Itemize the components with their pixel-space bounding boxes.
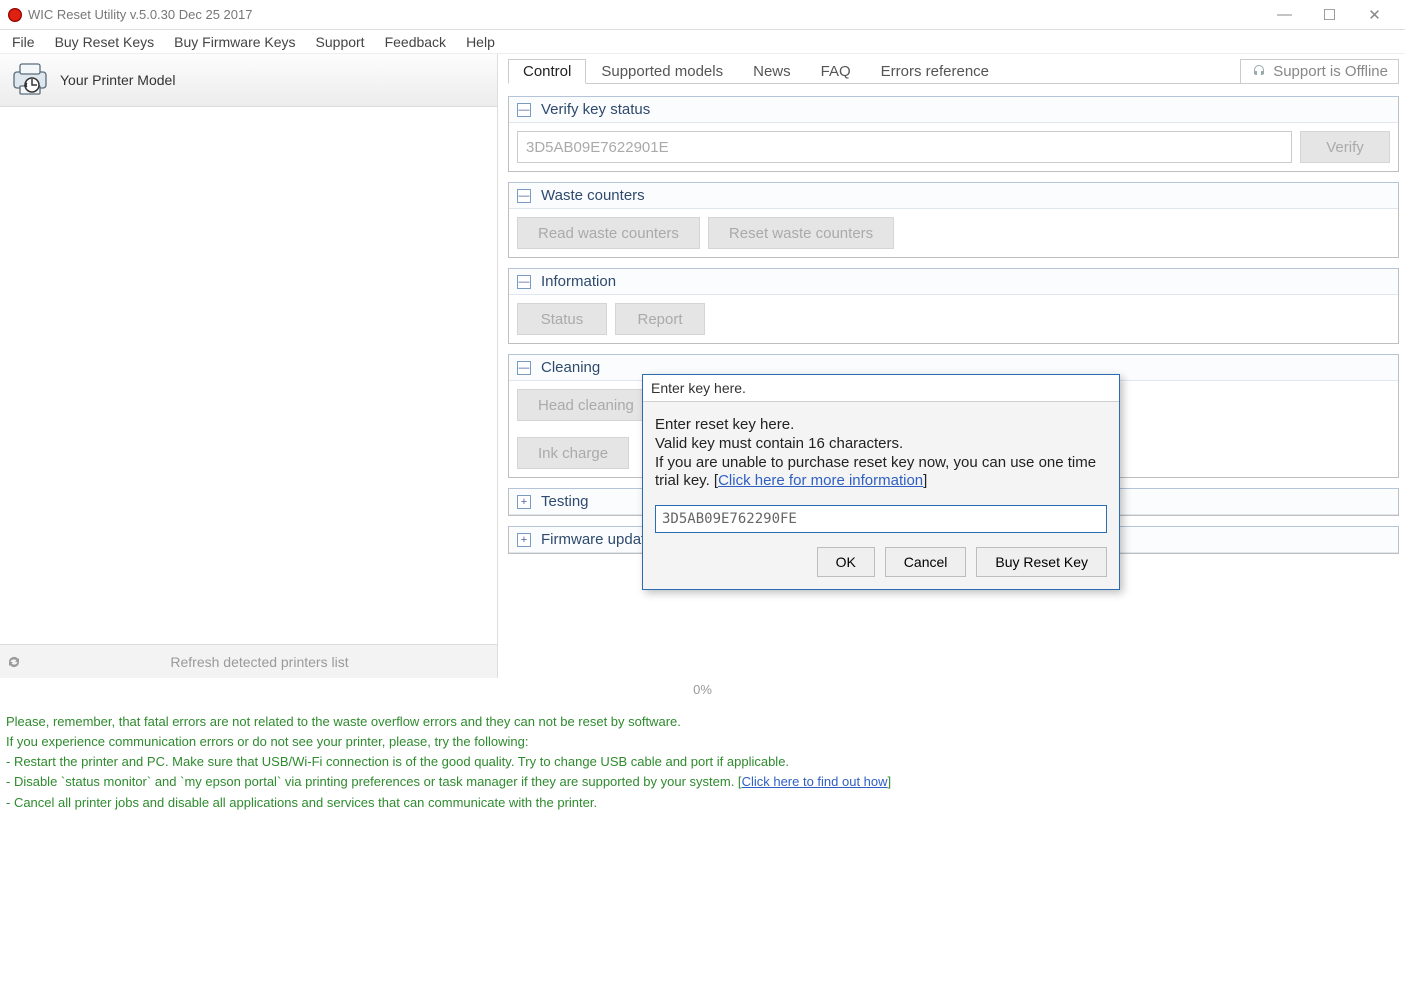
tab-news[interactable]: News <box>738 59 806 83</box>
head-cleaning-button[interactable]: Head cleaning <box>517 389 655 421</box>
refresh-bar[interactable]: Refresh detected printers list <box>0 644 497 678</box>
refresh-icon <box>6 654 22 670</box>
section-verify: — Verify key status Verify <box>508 96 1399 172</box>
dialog-line-1: Enter reset key here. <box>655 416 1107 435</box>
ink-charge-button[interactable]: Ink charge <box>517 437 629 469</box>
hint-line-2: If you experience communication errors o… <box>6 732 1399 752</box>
hints: Please, remember, that fatal errors are … <box>0 702 1405 823</box>
menu-help[interactable]: Help <box>456 32 505 52</box>
hint-line-4: - Disable `status monitor` and `my epson… <box>6 772 1399 792</box>
menu-buy-reset-keys[interactable]: Buy Reset Keys <box>45 32 165 52</box>
enter-key-dialog: Enter key here. Enter reset key here. Va… <box>642 374 1120 590</box>
section-information-head[interactable]: — Information <box>509 269 1398 295</box>
printer-list[interactable] <box>0 107 497 644</box>
expand-icon: + <box>517 533 531 547</box>
tab-faq[interactable]: FAQ <box>806 59 866 83</box>
status-button[interactable]: Status <box>517 303 607 335</box>
window-controls: — ☐ ✕ <box>1262 6 1397 24</box>
menu-buy-firmware-keys[interactable]: Buy Firmware Keys <box>164 32 305 52</box>
hint-link-find-out[interactable]: Click here to find out how <box>742 774 888 789</box>
verify-button[interactable]: Verify <box>1300 131 1390 163</box>
collapse-icon: — <box>517 275 531 289</box>
window-minimize[interactable]: — <box>1262 6 1307 23</box>
section-waste: — Waste counters Read waste counters Res… <box>508 182 1399 258</box>
tab-errors-reference[interactable]: Errors reference <box>866 59 1004 83</box>
section-verify-title: Verify key status <box>541 101 650 118</box>
hint-line-4b: ] <box>888 774 892 789</box>
dialog-line-3: If you are unable to purchase reset key … <box>655 454 1107 492</box>
read-waste-button[interactable]: Read waste counters <box>517 217 700 249</box>
section-testing-title: Testing <box>541 493 589 510</box>
hint-line-3: - Restart the printer and PC. Make sure … <box>6 752 1399 772</box>
support-offline-button[interactable]: Support is Offline <box>1240 59 1399 84</box>
dialog-title: Enter key here. <box>643 375 1119 402</box>
tab-supported-models[interactable]: Supported models <box>586 59 738 83</box>
reset-waste-button[interactable]: Reset waste counters <box>708 217 894 249</box>
dialog-key-input[interactable] <box>655 505 1107 533</box>
titlebar: WIC Reset Utility v.5.0.30 Dec 25 2017 —… <box>0 0 1405 30</box>
collapse-icon: — <box>517 189 531 203</box>
section-waste-title: Waste counters <box>541 187 645 204</box>
section-verify-head[interactable]: — Verify key status <box>509 97 1398 123</box>
hint-line-5: - Cancel all printer jobs and disable al… <box>6 793 1399 813</box>
section-information-title: Information <box>541 273 616 290</box>
window-title: WIC Reset Utility v.5.0.30 Dec 25 2017 <box>28 7 1262 22</box>
app-icon <box>8 8 22 22</box>
section-waste-head[interactable]: — Waste counters <box>509 183 1398 209</box>
hint-line-4a: - Disable `status monitor` and `my epson… <box>6 774 742 789</box>
menu-support[interactable]: Support <box>306 32 375 52</box>
progress-text: 0% <box>0 682 1405 702</box>
dialog-cancel-button[interactable]: Cancel <box>885 547 967 577</box>
dialog-trial-link[interactable]: Click here for more information <box>718 472 923 489</box>
dialog-buy-button[interactable]: Buy Reset Key <box>976 547 1107 577</box>
report-button[interactable]: Report <box>615 303 705 335</box>
printer-header: Your Printer Model <box>0 54 497 107</box>
tabs: Control Supported models News FAQ Errors… <box>508 59 1240 84</box>
headset-icon <box>1251 63 1267 79</box>
printer-icon <box>10 62 50 98</box>
dialog-line-2: Valid key must contain 16 characters. <box>655 435 1107 454</box>
verify-key-input[interactable] <box>517 131 1292 163</box>
dialog-line-3b: ] <box>923 472 927 489</box>
section-information: — Information Status Report <box>508 268 1399 344</box>
window-close[interactable]: ✕ <box>1352 6 1397 24</box>
refresh-label: Refresh detected printers list <box>28 654 491 670</box>
section-firmware-title: Firmware update <box>541 531 654 548</box>
menu-file[interactable]: File <box>2 32 45 52</box>
window-maximize[interactable]: ☐ <box>1307 6 1352 24</box>
printer-model-label: Your Printer Model <box>60 72 175 88</box>
section-cleaning-title: Cleaning <box>541 359 600 376</box>
hint-line-1: Please, remember, that fatal errors are … <box>6 712 1399 732</box>
dialog-ok-button[interactable]: OK <box>817 547 875 577</box>
left-pane: Your Printer Model Refresh detected prin… <box>0 54 498 678</box>
collapse-icon: — <box>517 361 531 375</box>
menubar: File Buy Reset Keys Buy Firmware Keys Su… <box>0 30 1405 54</box>
menu-feedback[interactable]: Feedback <box>375 32 456 52</box>
tab-control[interactable]: Control <box>508 59 586 84</box>
support-offline-label: Support is Offline <box>1273 63 1388 80</box>
collapse-icon: — <box>517 103 531 117</box>
expand-icon: + <box>517 495 531 509</box>
